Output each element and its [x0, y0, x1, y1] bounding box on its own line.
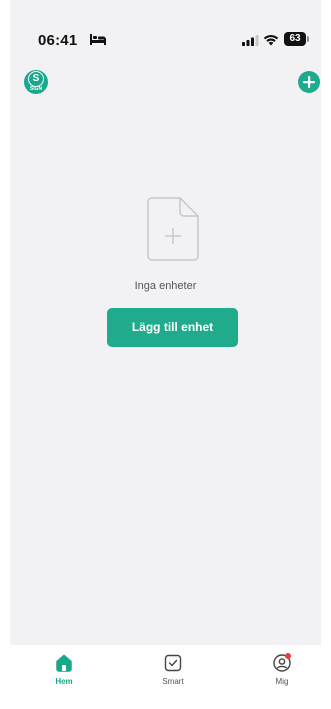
battery-icon: 63: [284, 32, 310, 46]
bed-icon: [90, 34, 106, 45]
home-icon: [56, 654, 72, 672]
tab-bar: Hem Smart Mig: [10, 645, 321, 709]
checkbox-icon: [164, 654, 182, 672]
add-device-button[interactable]: Lägg till enhet: [107, 308, 238, 347]
app-screen: 06:41 63 S SIGN Inga enheter Lägg till e…: [0, 0, 331, 709]
status-bar: 06:41 63: [10, 0, 321, 60]
sign-button[interactable]: S SIGN: [24, 70, 48, 94]
add-button[interactable]: [298, 71, 320, 93]
empty-state-message: Inga enheter: [134, 280, 197, 292]
left-margin: [0, 0, 10, 709]
tab-smart[interactable]: Smart: [143, 653, 203, 693]
sign-label: SIGN: [29, 86, 43, 92]
tab-me[interactable]: Mig: [252, 653, 312, 693]
sign-icon: S: [28, 71, 44, 87]
tab-smart-label: Smart: [162, 677, 184, 686]
status-time: 06:41: [38, 32, 78, 49]
wifi-icon: [263, 35, 279, 46]
tab-home-label: Hem: [55, 677, 73, 686]
battery-level: 63: [284, 32, 306, 46]
notification-dot: [285, 653, 291, 659]
plus-icon: [303, 76, 315, 88]
tab-me-label: Mig: [275, 677, 289, 686]
tab-home[interactable]: Hem: [34, 653, 94, 693]
signal-icon: [242, 35, 259, 46]
empty-document-plus-icon: [147, 197, 199, 261]
battery-tip: [307, 36, 309, 42]
right-margin: [321, 0, 331, 709]
